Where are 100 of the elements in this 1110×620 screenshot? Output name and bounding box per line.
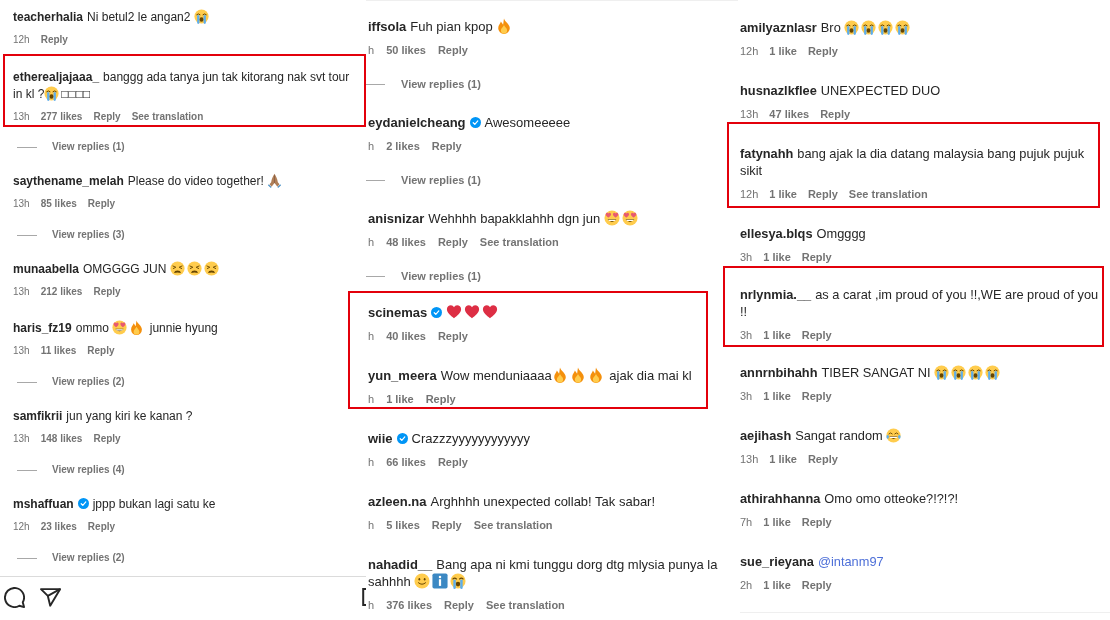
username[interactable]: anisnizar — [368, 211, 425, 226]
reply-button[interactable]: Reply — [425, 391, 456, 407]
like-count[interactable]: 1 like — [763, 388, 791, 404]
reply-button[interactable]: Reply — [93, 284, 121, 300]
username[interactable]: azleen.na — [368, 494, 427, 509]
view-replies-button[interactable]: View replies (2) — [52, 374, 125, 390]
see-translation-button[interactable]: See translation — [131, 109, 204, 125]
reply-button[interactable]: Reply — [431, 138, 462, 154]
like-count[interactable]: 212 likes — [40, 284, 83, 300]
view-replies-button[interactable]: View replies (1) — [401, 172, 481, 188]
reply-button[interactable]: Reply — [801, 388, 832, 404]
like-count[interactable]: 40 likes — [386, 328, 426, 344]
comment-icon[interactable] — [4, 586, 25, 608]
username[interactable]: yun_meera — [368, 368, 437, 383]
like-count[interactable]: 148 likes — [40, 431, 83, 447]
reply-button[interactable]: Reply — [437, 234, 468, 250]
info-icon — [432, 573, 449, 589]
reply-button[interactable]: Reply — [93, 431, 121, 447]
send-icon[interactable] — [40, 587, 61, 607]
reply-button[interactable]: Reply — [437, 454, 468, 470]
username[interactable]: wiie — [368, 431, 393, 446]
see-translation-button[interactable]: See translation — [848, 186, 928, 202]
username[interactable]: saythename_melah — [13, 174, 124, 188]
like-count[interactable]: 1 like — [763, 327, 791, 343]
reply-button[interactable]: Reply — [40, 32, 68, 48]
mention-link[interactable]: @intanm97 — [818, 554, 884, 569]
reply-button[interactable]: Reply — [437, 42, 468, 58]
reply-button[interactable]: Reply — [87, 196, 116, 212]
username[interactable]: nahadid__ — [368, 557, 433, 572]
bookmark-edge-icon[interactable] — [362, 588, 366, 606]
reply-button[interactable]: Reply — [93, 109, 121, 125]
like-count[interactable]: 23 likes — [40, 519, 77, 535]
username[interactable]: munaabella — [13, 262, 80, 276]
like-count[interactable]: 277 likes — [40, 109, 83, 125]
reply-button[interactable]: Reply — [87, 519, 116, 535]
view-replies-button[interactable]: View replies (1) — [52, 139, 125, 155]
like-count[interactable]: 1 like — [769, 43, 797, 59]
crying-face-icon — [878, 20, 894, 35]
like-count[interactable]: 1 like — [386, 391, 414, 407]
like-count[interactable]: 2 likes — [386, 138, 420, 154]
like-count[interactable]: 66 likes — [386, 454, 426, 470]
like-count[interactable]: 48 likes — [386, 234, 426, 250]
username[interactable]: nrlynmia.__ — [740, 287, 812, 302]
username[interactable]: aejihash — [740, 428, 792, 443]
reply-button[interactable]: Reply — [807, 43, 838, 59]
like-count[interactable]: 1 like — [769, 186, 797, 202]
heart-eyes-face-icon — [603, 210, 620, 226]
username[interactable]: eydanielcheang — [368, 115, 466, 130]
reply-button[interactable]: Reply — [820, 106, 851, 122]
comment-text: teacherhalia Ni betul2 le angan2 — [13, 9, 211, 26]
username[interactable]: etherealjajaaa_ — [13, 70, 100, 84]
like-count[interactable]: 376 likes — [386, 597, 432, 613]
weary-face-icon — [169, 261, 185, 276]
weary-face-icon — [186, 261, 202, 276]
reply-button[interactable]: Reply — [807, 451, 838, 467]
reply-button[interactable]: Reply — [801, 249, 832, 265]
like-count[interactable]: 11 likes — [40, 343, 77, 359]
username[interactable]: annrnbihahh — [740, 365, 818, 380]
see-translation-button[interactable]: See translation — [473, 517, 553, 533]
crying-face-icon — [968, 365, 984, 380]
reply-button[interactable]: Reply — [807, 186, 838, 202]
username[interactable]: sue_rieyana — [740, 554, 814, 569]
reply-button[interactable]: Reply — [801, 327, 832, 343]
see-translation-button[interactable]: See translation — [485, 597, 565, 613]
username[interactable]: iffsola — [368, 19, 407, 34]
reply-button[interactable]: Reply — [431, 517, 462, 533]
like-count[interactable]: 85 likes — [40, 196, 77, 212]
username[interactable]: fatynahh — [740, 146, 794, 161]
view-replies-button[interactable]: View replies (2) — [52, 550, 125, 566]
username[interactable]: scinemas — [368, 305, 428, 320]
username[interactable]: athirahhanna — [740, 491, 821, 506]
comment-text: munaabella OMGGGG JUN — [13, 261, 221, 278]
reply-button[interactable]: Reply — [801, 514, 832, 530]
view-replies-button[interactable]: View replies (4) — [52, 462, 125, 478]
reply-button[interactable]: Reply — [437, 328, 468, 344]
username[interactable]: haris_fz19 — [13, 321, 72, 335]
like-count[interactable]: 50 likes — [386, 42, 426, 58]
username[interactable]: teacherhalia — [13, 10, 84, 24]
comment-time: 13h — [13, 197, 30, 211]
view-replies-button[interactable]: View replies (3) — [52, 227, 125, 243]
view-replies-button[interactable]: View replies (1) — [401, 268, 481, 284]
reply-button[interactable]: Reply — [444, 597, 474, 613]
reply-button[interactable]: Reply — [87, 343, 115, 359]
like-count[interactable]: 47 likes — [769, 106, 810, 122]
reply-button[interactable]: Reply — [801, 577, 832, 593]
username[interactable]: ellesya.blqs — [740, 226, 813, 241]
comment-time: 12h — [740, 187, 759, 202]
username[interactable]: mshaffuan — [13, 497, 74, 511]
like-count[interactable]: 1 like — [763, 514, 791, 530]
like-count[interactable]: 1 like — [763, 249, 791, 265]
tears-of-joy-face-icon — [886, 428, 902, 443]
see-translation-button[interactable]: See translation — [479, 234, 559, 250]
view-replies-button[interactable]: View replies (1) — [401, 76, 481, 92]
like-count[interactable]: 5 likes — [386, 517, 420, 533]
username[interactable]: amilyaznlasr — [740, 20, 817, 35]
like-count[interactable]: 1 like — [769, 451, 797, 467]
comment-text: eydanielcheang Awesomeeeee — [368, 114, 571, 131]
like-count[interactable]: 1 like — [763, 577, 791, 593]
username[interactable]: husnazlkflee — [740, 83, 817, 98]
username[interactable]: samfikrii — [13, 409, 63, 423]
